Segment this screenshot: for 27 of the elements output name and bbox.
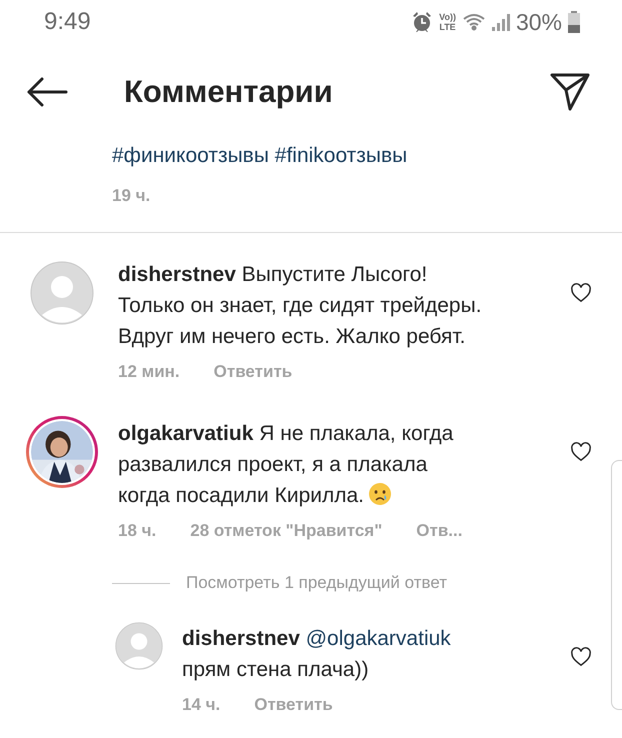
like-heart-icon[interactable] [570, 442, 592, 462]
reply-link[interactable]: Ответить [214, 362, 292, 382]
caption-hashtags[interactable]: #финикоотзывы #finikoотзывы [112, 144, 622, 168]
comment-text: olgakarvatiuk Я не плакала, когда развалился проект, я а плакала когда посадили Кирилла. [118, 421, 454, 509]
reply-link[interactable]: Ответить [254, 695, 333, 715]
comment-time: 14 ч. [182, 695, 220, 715]
comment-time: 18 ч. [118, 521, 156, 541]
comment-text: disherstnev @olgakarvatiuk прям стена плача)) [182, 626, 452, 683]
likes-count[interactable]: 28 отметок "Нравится" [190, 521, 382, 541]
view-replies-link[interactable]: Посмотреть 1 предыдущий ответ [186, 573, 448, 593]
battery-icon [568, 11, 580, 33]
alarm-icon [411, 11, 434, 33]
reply-link[interactable]: Отв... [416, 521, 462, 541]
volte-indicator: Vo)) LTE [439, 12, 456, 32]
like-heart-icon[interactable] [570, 647, 592, 667]
paper-plane-icon[interactable] [550, 72, 590, 112]
comment-text: disherstnev Выпустите Лысого! Только он знает, где сидят трейдеры. Вдруг им нечего есть. Жалко ребят. [118, 262, 483, 350]
caption-time: 19 ч. [112, 186, 150, 206]
battery-percent: 30% [516, 8, 562, 36]
scrollbar[interactable] [611, 460, 622, 710]
wifi-icon [462, 12, 486, 32]
back-arrow-icon[interactable] [26, 77, 68, 107]
screen-title: Комментарии [124, 74, 334, 110]
signal-icon [492, 12, 510, 32]
like-heart-icon[interactable] [570, 283, 592, 303]
comment-time: 12 мин. [118, 362, 180, 382]
clock: 9:49 [44, 8, 91, 36]
